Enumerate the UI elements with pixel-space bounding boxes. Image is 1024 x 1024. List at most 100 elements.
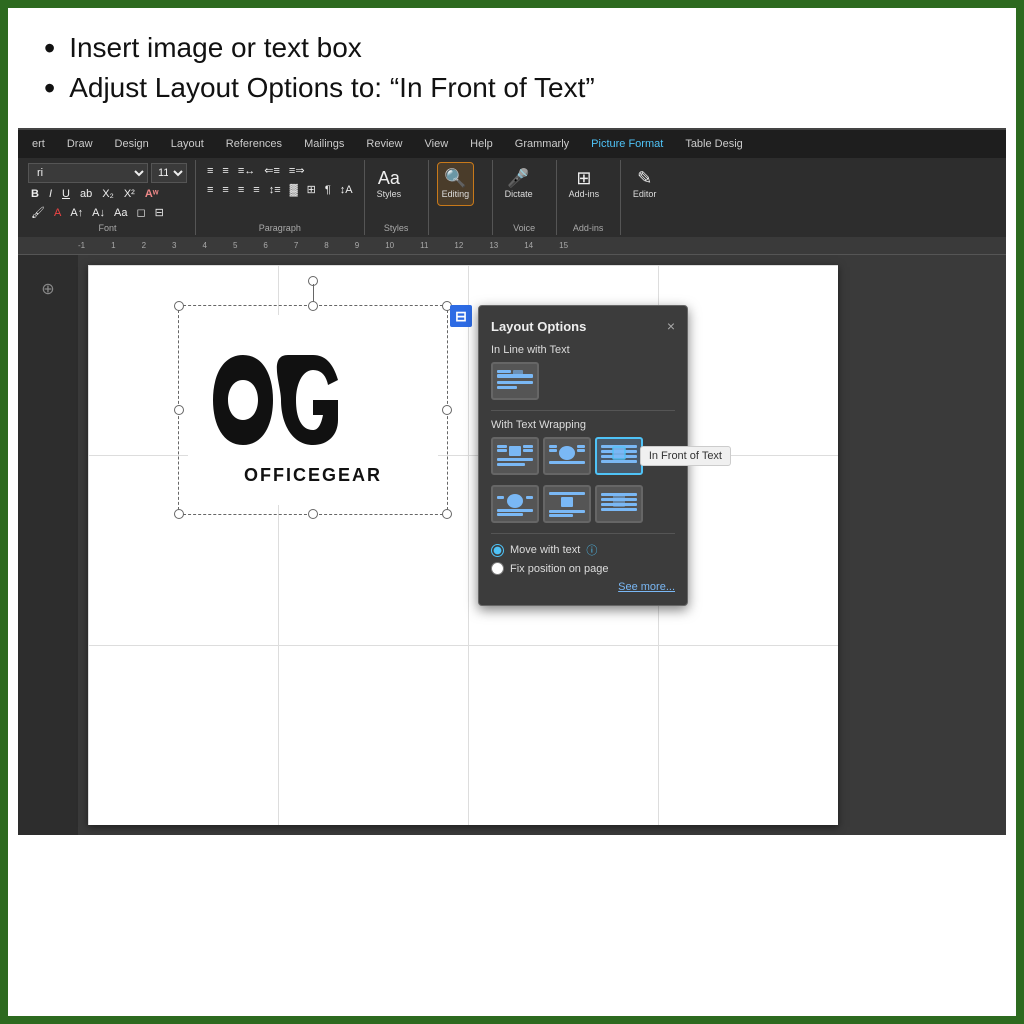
behind-wrap-icon: [599, 489, 639, 519]
through-wrap-icon: [495, 489, 535, 519]
wrap-option-behind[interactable]: [595, 485, 643, 523]
align-right-button[interactable]: ≡: [235, 183, 247, 197]
wrap-option-tight[interactable]: [543, 437, 591, 475]
see-more-link[interactable]: See more...: [491, 581, 675, 593]
tab-view[interactable]: View: [415, 134, 459, 154]
wrap-option-inline[interactable]: [491, 362, 539, 400]
multilevel-list-button[interactable]: ≡↔: [235, 164, 258, 178]
radio-fix-input[interactable]: [491, 562, 504, 575]
panel-close-button[interactable]: ×: [667, 318, 675, 334]
handle-top-left[interactable]: [174, 301, 184, 311]
layout-options-trigger[interactable]: ⊟: [450, 305, 472, 327]
wrap-options-grid-2: [491, 485, 675, 523]
italic-button[interactable]: I: [46, 187, 55, 201]
ruler: -1123 4567 891011 12131415: [18, 237, 1006, 255]
tab-picture-format[interactable]: Picture Format: [581, 134, 673, 154]
ribbon-group-styles: Aa Styles Styles: [369, 160, 429, 235]
bullets-button[interactable]: ≡: [204, 164, 216, 178]
logo-text: OfficeGear: [244, 465, 382, 486]
inline-section-title: In Line with Text: [491, 344, 675, 356]
wrap-option-topbottom[interactable]: [543, 485, 591, 523]
tab-help[interactable]: Help: [460, 134, 503, 154]
info-icon-move[interactable]: ⓘ: [586, 542, 597, 558]
borders-button[interactable]: ⊞: [304, 182, 319, 197]
tab-draw[interactable]: Draw: [57, 134, 103, 154]
wrap-option-square[interactable]: [491, 437, 539, 475]
g-letter-path: [277, 355, 338, 445]
ribbon-content: ri 11 B I U ab X₂ X² Aʷ 🖌 A A↑ A↓ Aa: [18, 158, 1006, 237]
tab-layout[interactable]: Layout: [161, 134, 214, 154]
panel-header: Layout Options ×: [491, 318, 675, 334]
ribbon-group-font: ri 11 B I U ab X₂ X² Aʷ 🖌 A A↑ A↓ Aa: [24, 160, 196, 235]
inline-options: [491, 362, 675, 400]
handle-bottom-left[interactable]: [174, 509, 184, 519]
radio-move-with-text[interactable]: Move with text ⓘ: [491, 542, 675, 558]
font-name-selector[interactable]: ri: [28, 163, 148, 183]
panel-title: Layout Options: [491, 319, 586, 334]
tab-ert[interactable]: ert: [22, 134, 55, 154]
underline-button[interactable]: U: [59, 187, 73, 201]
wrap-options-grid: In Front of Text: [491, 437, 675, 475]
styles-button[interactable]: Aa Styles: [373, 162, 406, 206]
handle-mid-right[interactable]: [442, 405, 452, 415]
tab-review[interactable]: Review: [356, 134, 412, 154]
align-left-button[interactable]: ≡: [204, 183, 216, 197]
handle-mid-left[interactable]: [174, 405, 184, 415]
styles-group-label: Styles: [384, 221, 409, 233]
subscript-button[interactable]: X₂: [99, 187, 117, 201]
voice-group-label: Voice: [513, 221, 535, 233]
tab-references[interactable]: References: [216, 134, 292, 154]
font-size-up[interactable]: A↑: [67, 206, 86, 220]
font-format-button[interactable]: Aʷ: [142, 187, 162, 201]
wrap-option-through[interactable]: [491, 485, 539, 523]
font-color-button[interactable]: A: [51, 206, 64, 220]
wrapping-section-title: With Text Wrapping: [491, 419, 675, 431]
doc-page: ⊟ OfficeGear: [88, 265, 838, 825]
tab-grammarly[interactable]: Grammarly: [505, 134, 579, 154]
show-marks-button[interactable]: ¶: [322, 183, 334, 197]
handle-bottom-mid[interactable]: [308, 509, 318, 519]
shading-para-button[interactable]: ▓: [287, 183, 301, 197]
sort-button[interactable]: ↕A: [337, 183, 356, 197]
editing-button[interactable]: 🔍 Editing: [437, 162, 475, 206]
font-size-down[interactable]: A↓: [89, 206, 108, 220]
radio-fix-position[interactable]: Fix position on page: [491, 562, 675, 575]
panel-divider-1: [491, 410, 675, 411]
strikethrough-button[interactable]: ab: [77, 187, 95, 201]
border-button[interactable]: ⊟: [152, 205, 167, 220]
ribbon-group-paragraph: ≡ ≡ ≡↔ ⇐≡ ≡⇒ ≡ ≡ ≡ ≡ ↕≡ ▓ ⊞ ¶ ↕A Paragra…: [200, 160, 365, 235]
inline-wrap-icon: [495, 366, 535, 396]
move-icon: ⊕: [41, 279, 54, 299]
doc-sidebar: ⊕: [18, 255, 78, 835]
ribbon-group-voice: 🎤 Dictate Voice: [497, 160, 557, 235]
indent-decrease-button[interactable]: ⇐≡: [261, 163, 283, 178]
dictate-button[interactable]: 🎤 Dictate: [501, 162, 537, 206]
instruction-item-2: Adjust Layout Options to: “In Front of T…: [44, 72, 980, 104]
paragraph-group-label: Paragraph: [259, 221, 301, 233]
topbottom-wrap-icon: [547, 489, 587, 519]
wrap-option-infront[interactable]: In Front of Text: [595, 437, 643, 475]
logo-image: OfficeGear: [188, 315, 438, 505]
shading-button[interactable]: ◻: [133, 205, 148, 220]
tab-mailings[interactable]: Mailings: [294, 134, 354, 154]
addins-button[interactable]: ⊞ Add-ins: [565, 162, 604, 206]
ribbon-group-editor: ✎ Editor: [625, 160, 685, 235]
superscript-button[interactable]: X²: [121, 187, 138, 201]
editor-button[interactable]: ✎ Editor: [629, 162, 661, 206]
handle-bottom-right[interactable]: [442, 509, 452, 519]
highlight-button[interactable]: 🖌: [28, 205, 48, 220]
numbering-button[interactable]: ≡: [219, 164, 231, 178]
handle-top-mid[interactable]: [308, 301, 318, 311]
align-center-button[interactable]: ≡: [219, 183, 231, 197]
line-spacing-button[interactable]: ↕≡: [266, 183, 284, 197]
infront-wrap-icon: [599, 441, 639, 471]
tab-table-design[interactable]: Table Desig: [675, 134, 752, 154]
layout-icon: ⊟: [455, 308, 467, 325]
tab-design[interactable]: Design: [105, 134, 159, 154]
radio-move-input[interactable]: [491, 544, 504, 557]
indent-increase-button[interactable]: ≡⇒: [286, 163, 308, 178]
aa-button[interactable]: Aa: [111, 206, 130, 220]
font-size-selector[interactable]: 11: [151, 163, 187, 183]
bold-button[interactable]: B: [28, 187, 42, 201]
justify-button[interactable]: ≡: [250, 183, 262, 197]
